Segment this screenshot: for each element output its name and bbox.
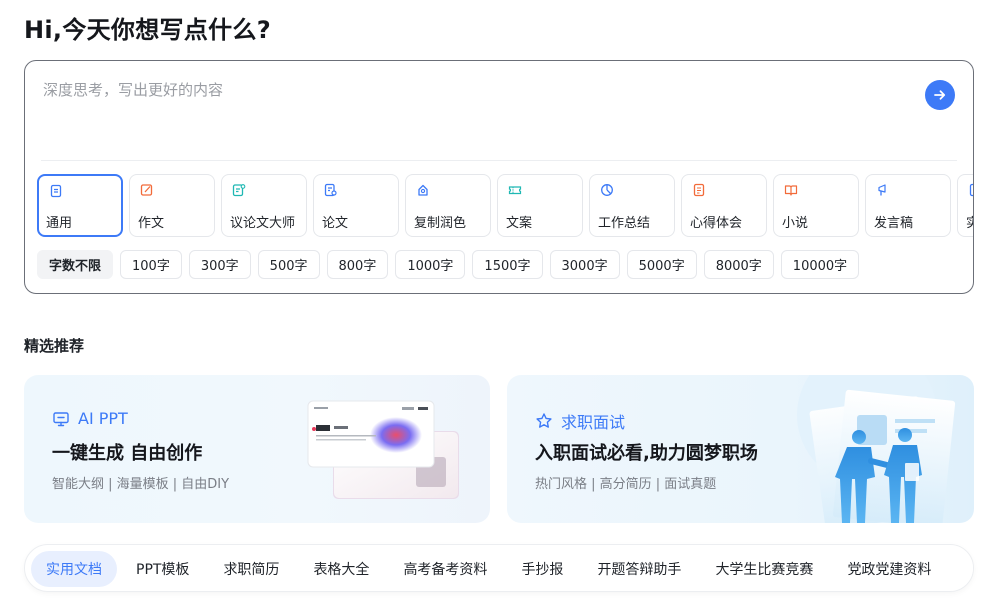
word-count-chip[interactable]: 10000字 [780,250,860,279]
type-label: 通用 [46,216,73,231]
recommend-card-ai-ppt[interactable]: AI PPT 一键生成 自由创作 智能大纲 | 海量模板 | 自由DIY [24,375,490,523]
type-card-speech[interactable]: 发言稿 [865,174,951,237]
document-icon [50,184,62,198]
compose-divider [41,160,957,161]
word-count-list: 字数不限 100字 300字 500字 800字 1000字 1500字 300… [37,250,860,279]
type-label: 议论文大师 [230,216,296,231]
tab-resume[interactable]: 求职简历 [208,551,294,587]
category-tab-list: 实用文档 PPT模板 求职简历 表格大全 高考备考资料 手抄报 开题答辩助手 大… [31,551,946,587]
word-count-chip[interactable]: 1500字 [472,250,543,279]
type-label: 作文 [138,216,165,231]
copy-polish-icon [418,184,428,196]
tab-handwritten-newspaper[interactable]: 手抄报 [506,551,578,587]
type-label: 实 [966,212,973,231]
word-count-chip[interactable]: 3000字 [549,250,620,279]
type-card-work-summary[interactable]: 工作总结 [589,174,675,237]
star-icon [536,413,552,428]
page-greeting: Hi,今天你想写点什么? [24,16,271,44]
category-tab-bar: 实用文档 PPT模板 求职简历 表格大全 高考备考资料 手抄报 开题答辩助手 大… [24,544,974,592]
word-count-chip[interactable]: 8000字 [703,250,774,279]
recommend-card-header: AI PPT [52,409,128,428]
recommend-card-subtitle: 智能大纲 | 海量模板 | 自由DIY [52,477,230,492]
recommend-card-tag: AI PPT [78,409,128,428]
ticket-icon [508,186,522,195]
tab-exam-prep[interactable]: 高考备考资料 [388,551,502,587]
pen-square-icon [140,184,153,196]
tab-ppt-templates[interactable]: PPT模板 [121,551,204,587]
tab-spreadsheets[interactable]: 表格大全 [298,551,384,587]
type-card-argument[interactable]: 议论文大师 [221,174,307,237]
type-card-general[interactable]: 通用 [37,174,123,237]
word-count-chip[interactable]: 100字 [120,250,182,279]
paper-search-icon [324,183,337,197]
type-card-practical[interactable]: 实 [957,174,973,237]
type-card-reflection[interactable]: 心得体会 [681,174,767,237]
pie-chart-icon [601,184,613,196]
type-card-copywriting[interactable]: 文案 [497,174,583,237]
recommend-card-header: 求职面试 [535,409,625,433]
recommend-card-title: 入职面试必看,助力圆梦职场 [535,443,758,464]
tab-thesis-defense[interactable]: 开题答辩助手 [582,551,696,587]
recommend-card-tag: 求职面试 [561,413,626,432]
type-label: 复制润色 [414,216,467,231]
recommend-card-interview[interactable]: 求职面试 入职面试必看,助力圆梦职场 热门风格 | 高分简历 | 面试真题 [507,375,974,523]
word-count-chip[interactable]: 300字 [188,250,251,279]
tab-student-competitions[interactable]: 大学生比赛竞赛 [700,551,828,587]
notes-icon [693,183,705,197]
word-count-chip[interactable]: 800字 [326,250,389,279]
ppt-preview-illustration [307,400,459,499]
compose-input[interactable] [43,79,903,169]
type-label: 文案 [506,216,533,231]
type-label: 心得体会 [690,216,743,231]
compose-panel: 通用 作文 议论文大师 论文 复制润色 文案 工作总结 心得体会 [24,60,974,294]
type-card-novel[interactable]: 小说 [773,174,859,237]
tab-practical-docs[interactable]: 实用文档 [31,551,117,587]
handshake-illustration [797,375,956,523]
type-card-polish[interactable]: 复制润色 [405,174,491,237]
presentation-icon [53,411,69,426]
recommend-card-title: 一键生成 自由创作 [52,443,203,464]
send-button[interactable] [925,80,955,110]
word-count-chip[interactable]: 字数不限 [37,250,114,279]
type-label: 小说 [782,216,809,231]
type-card-thesis[interactable]: 论文 [313,174,399,237]
writing-type-list: 通用 作文 议论文大师 论文 复制润色 文案 工作总结 心得体会 小说 发言稿 [37,174,973,237]
microphone-icon [878,184,886,196]
tab-scroll-fade [933,545,973,591]
type-label: 发言稿 [874,216,914,231]
word-count-chip[interactable]: 5000字 [626,250,697,279]
word-count-chip[interactable]: 1000字 [395,250,466,279]
type-label: 论文 [322,216,349,231]
word-count-chip[interactable]: 500字 [257,250,320,279]
edit-note-icon [232,184,246,197]
book-icon [784,185,798,196]
document-icon [969,183,973,197]
arrow-right-icon [934,90,946,100]
recommend-card-subtitle: 热门风格 | 高分简历 | 面试真题 [535,477,717,492]
section-title-recommend: 精选推荐 [24,337,85,355]
type-label: 工作总结 [598,216,651,231]
tab-party-building[interactable]: 党政党建资料 [832,551,946,587]
type-card-essay[interactable]: 作文 [129,174,215,237]
